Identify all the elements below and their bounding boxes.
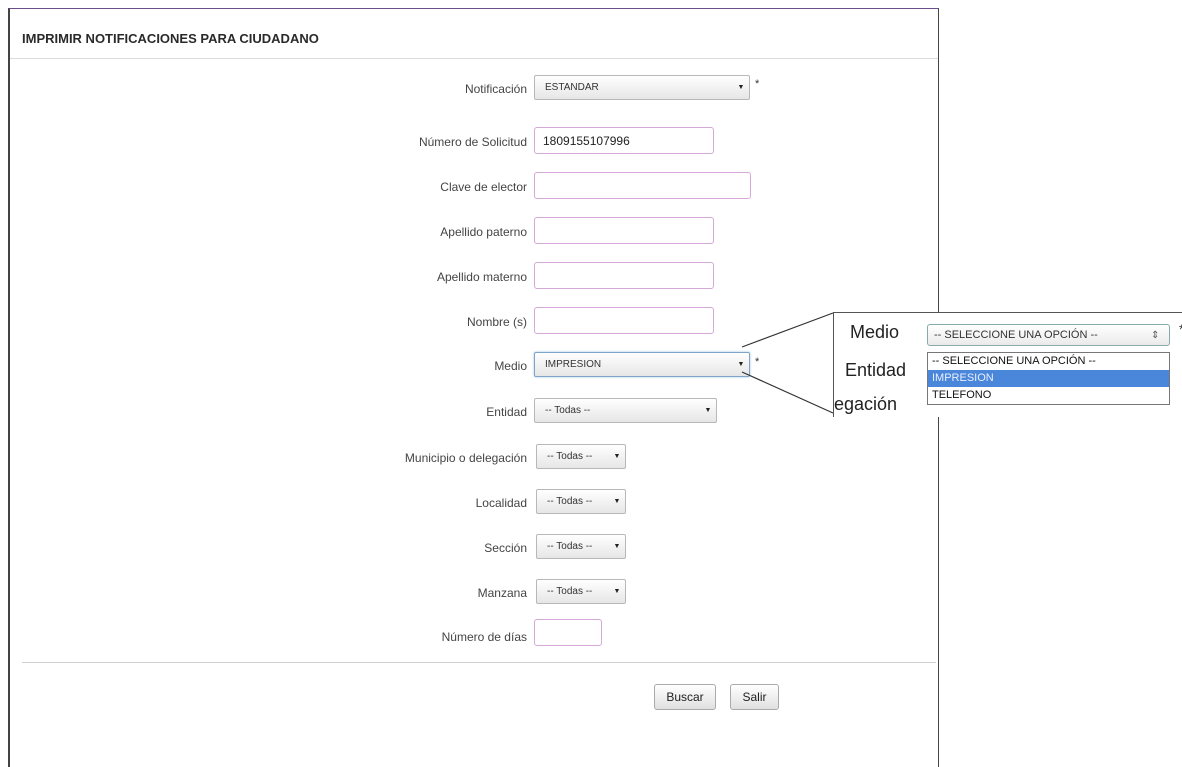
zoom-entidad-label: Entidad — [845, 360, 907, 380]
zoom-medio-options: -- SELECCIONE UNA OPCIÓN -- IMPRESION TE… — [927, 352, 1170, 405]
option-seleccione[interactable]: -- SELECCIONE UNA OPCIÓN -- — [928, 353, 1169, 370]
zoom-callout: Medio -- SELECCIONE UNA OPCIÓN -- ⇕ * En… — [833, 312, 1182, 417]
zoom-medio-label: Medio — [850, 322, 900, 342]
option-telefono[interactable]: TELEFONO — [928, 387, 1169, 404]
zoom-medio-select[interactable]: -- SELECCIONE UNA OPCIÓN -- ⇕ — [927, 324, 1170, 346]
updown-arrows-icon: ⇕ — [1151, 329, 1160, 341]
zoom-medio-value: -- SELECCIONE UNA OPCIÓN -- — [934, 329, 1098, 341]
zoom-delegacion-label: legación — [833, 394, 898, 414]
option-impresion[interactable]: IMPRESION — [928, 370, 1169, 387]
